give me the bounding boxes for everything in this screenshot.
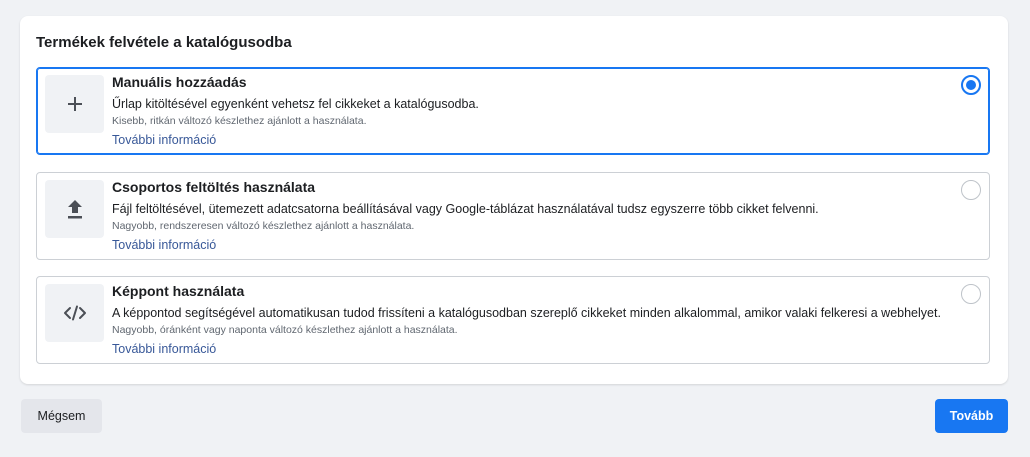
option-icon-box [45, 284, 104, 342]
plus-icon [66, 95, 84, 113]
radio-pixel[interactable] [961, 284, 981, 304]
radio-bulk-upload[interactable] [961, 180, 981, 200]
option-bulk-upload[interactable]: Csoportos feltöltés használata Fájl felt… [36, 172, 990, 260]
learn-more-link[interactable]: További információ [112, 238, 216, 252]
option-description: Űrlap kitöltésével egyenként vehetsz fel… [112, 97, 479, 111]
upload-icon [65, 198, 85, 220]
option-description: A képpontod segítségével automatikusan t… [112, 306, 941, 320]
option-icon-box [45, 75, 104, 133]
option-title: Képpont használata [112, 283, 245, 299]
catalog-add-products-card: Termékek felvétele a katalógusodba Manuá… [20, 16, 1008, 384]
code-icon [63, 305, 87, 321]
cancel-button[interactable]: Mégsem [21, 399, 102, 433]
option-description: Fájl feltöltésével, ütemezett adatcsator… [112, 202, 819, 216]
learn-more-link[interactable]: További információ [112, 133, 216, 147]
next-button[interactable]: Tovább [935, 399, 1008, 433]
radio-manual-add[interactable] [961, 75, 981, 95]
option-note: Nagyobb, óránként vagy naponta változó k… [112, 324, 458, 336]
option-manual-add[interactable]: Manuális hozzáadás Űrlap kitöltésével eg… [36, 67, 990, 155]
learn-more-link[interactable]: További információ [112, 342, 216, 356]
option-pixel[interactable]: Képpont használata A képpontod segítségé… [36, 276, 990, 364]
option-title: Manuális hozzáadás [112, 74, 247, 90]
option-icon-box [45, 180, 104, 238]
option-note: Nagyobb, rendszeresen változó készlethez… [112, 220, 415, 232]
option-title: Csoportos feltöltés használata [112, 179, 316, 195]
option-note: Kisebb, ritkán változó készlethez ajánlo… [112, 115, 367, 127]
card-title: Termékek felvétele a katalógusodba [36, 34, 292, 51]
